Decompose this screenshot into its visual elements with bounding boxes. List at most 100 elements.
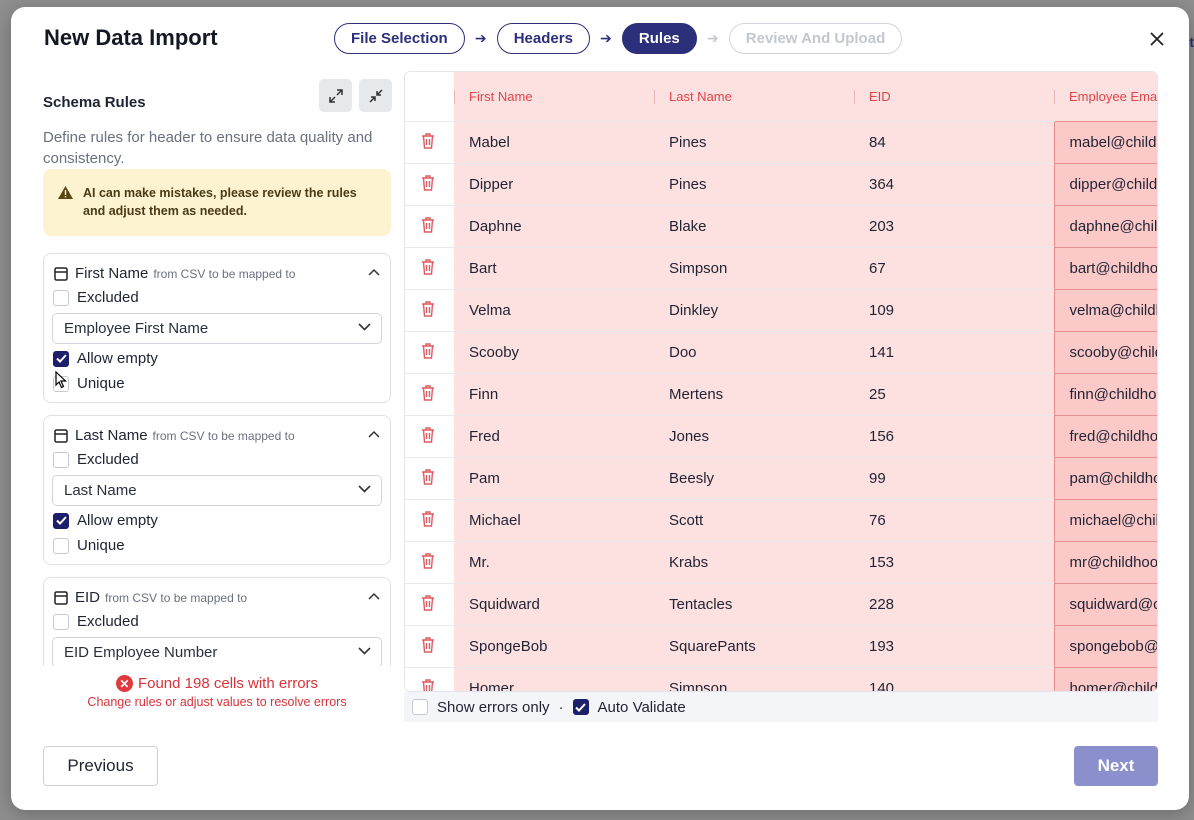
cell-last-name[interactable]: Dinkley — [654, 288, 854, 331]
auto-validate-checkbox[interactable] — [572, 699, 589, 715]
cell-employee-email[interactable]: daphne@chil — [1053, 204, 1157, 248]
cell-last-name[interactable]: Beesly — [654, 456, 854, 499]
collapse-icon[interactable] — [359, 79, 392, 112]
cell-eid[interactable]: 25 — [854, 372, 1054, 415]
trash-icon[interactable] — [420, 636, 436, 653]
trash-icon[interactable] — [420, 594, 436, 611]
column-header-last-name[interactable]: Last Name — [654, 72, 854, 121]
cell-last-name[interactable]: Scott — [654, 498, 854, 541]
trash-icon[interactable] — [420, 468, 436, 485]
excluded-checkbox[interactable] — [53, 613, 69, 630]
allow-empty-checkbox-row[interactable]: Allow empty — [53, 350, 158, 367]
chevron-up-icon[interactable] — [368, 268, 380, 276]
cell-employee-email[interactable]: pam@childho — [1053, 456, 1157, 500]
cell-last-name[interactable]: Blake — [654, 204, 854, 247]
trash-icon[interactable] — [420, 678, 436, 692]
cell-first-name[interactable]: Mabel — [454, 120, 654, 163]
trash-icon[interactable] — [420, 174, 436, 191]
cell-employee-email[interactable]: michael@chil — [1053, 498, 1157, 542]
cell-eid[interactable]: 99 — [854, 456, 1054, 499]
cell-eid[interactable]: 193 — [854, 624, 1054, 667]
trash-icon[interactable] — [420, 258, 436, 275]
cell-last-name[interactable]: Pines — [654, 120, 854, 163]
cell-employee-email[interactable]: squidward@c — [1053, 582, 1157, 626]
column-header-eid[interactable]: EID — [854, 72, 1054, 121]
cell-first-name[interactable]: Daphne — [454, 204, 654, 247]
cell-employee-email[interactable]: finn@childhoo — [1053, 372, 1157, 416]
cell-employee-email[interactable]: bart@childho — [1053, 246, 1157, 290]
cell-last-name[interactable]: Mertens — [654, 372, 854, 415]
target-field-select[interactable]: Last Name — [52, 475, 382, 506]
cell-first-name[interactable]: Michael — [454, 498, 654, 541]
target-field-select[interactable]: Employee First Name — [52, 313, 382, 344]
cell-first-name[interactable]: Dipper — [454, 162, 654, 205]
cell-eid[interactable]: 203 — [854, 204, 1054, 247]
excluded-checkbox-row[interactable]: Excluded — [53, 451, 139, 468]
cell-last-name[interactable]: Pines — [654, 162, 854, 205]
cell-first-name[interactable]: Mr. — [454, 540, 654, 583]
show-errors-only-checkbox[interactable] — [412, 699, 428, 715]
allow-empty-checkbox[interactable] — [53, 350, 69, 367]
previous-button[interactable]: Previous — [43, 746, 158, 786]
cell-first-name[interactable]: Fred — [454, 414, 654, 457]
cell-eid[interactable]: 364 — [854, 162, 1054, 205]
trash-icon[interactable] — [420, 300, 436, 317]
cell-last-name[interactable]: Simpson — [654, 246, 854, 289]
cell-last-name[interactable]: Doo — [654, 330, 854, 373]
column-header-employee-email[interactable]: Employee Emai — [1054, 72, 1157, 121]
cell-eid[interactable]: 84 — [854, 120, 1054, 163]
step-headers[interactable]: Headers — [496, 23, 590, 54]
cell-last-name[interactable]: Tentacles — [654, 582, 854, 625]
cell-last-name[interactable]: Krabs — [654, 540, 854, 583]
chevron-up-icon[interactable] — [368, 592, 380, 600]
step-file-selection[interactable]: File Selection — [334, 23, 465, 54]
excluded-checkbox[interactable] — [53, 451, 69, 468]
cell-employee-email[interactable]: velma@childh — [1053, 288, 1157, 332]
cell-employee-email[interactable]: spongebob@ — [1053, 624, 1157, 668]
trash-icon[interactable] — [420, 384, 436, 401]
cell-first-name[interactable]: Homer — [454, 666, 654, 691]
cell-eid[interactable]: 76 — [854, 498, 1054, 541]
trash-icon[interactable] — [420, 426, 436, 443]
unique-checkbox[interactable] — [53, 537, 69, 554]
trash-icon[interactable] — [420, 342, 436, 359]
allow-empty-checkbox-row[interactable]: Allow empty — [53, 512, 158, 529]
cell-last-name[interactable]: Jones — [654, 414, 854, 457]
close-icon[interactable] — [1147, 29, 1167, 49]
cell-eid[interactable]: 140 — [854, 666, 1054, 691]
cell-first-name[interactable]: Scooby — [454, 330, 654, 373]
cell-eid[interactable]: 67 — [854, 246, 1054, 289]
cell-eid[interactable]: 109 — [854, 288, 1054, 331]
cell-last-name[interactable]: SquarePants — [654, 624, 854, 667]
cell-employee-email[interactable]: fred@childho — [1053, 414, 1157, 458]
trash-icon[interactable] — [420, 216, 436, 233]
cell-first-name[interactable]: Squidward — [454, 582, 654, 625]
cell-employee-email[interactable]: dipper@child — [1053, 162, 1157, 206]
next-button[interactable]: Next — [1074, 746, 1158, 786]
cell-first-name[interactable]: Bart — [454, 246, 654, 289]
excluded-checkbox[interactable] — [53, 289, 69, 306]
cell-eid[interactable]: 141 — [854, 330, 1054, 373]
trash-icon[interactable] — [420, 132, 436, 149]
cell-eid[interactable]: 153 — [854, 540, 1054, 583]
step-rules[interactable]: Rules — [621, 23, 697, 54]
unique-checkbox-row[interactable]: Unique — [53, 537, 125, 554]
target-field-select[interactable]: EID Employee Number — [52, 637, 382, 666]
expand-icon[interactable] — [319, 79, 352, 112]
excluded-checkbox-row[interactable]: Excluded — [53, 613, 139, 630]
cell-first-name[interactable]: Finn — [454, 372, 654, 415]
cell-employee-email[interactable]: mabel@childl — [1053, 120, 1157, 164]
allow-empty-checkbox[interactable] — [53, 512, 69, 529]
chevron-up-icon[interactable] — [368, 430, 380, 438]
cell-first-name[interactable]: SpongeBob — [454, 624, 654, 667]
cell-employee-email[interactable]: homer@childl — [1053, 666, 1157, 691]
cell-eid[interactable]: 228 — [854, 582, 1054, 625]
cell-employee-email[interactable]: scooby@child — [1053, 330, 1157, 374]
cell-eid[interactable]: 156 — [854, 414, 1054, 457]
trash-icon[interactable] — [420, 510, 436, 527]
trash-icon[interactable] — [420, 552, 436, 569]
cell-employee-email[interactable]: mr@childhoo — [1053, 540, 1157, 584]
excluded-checkbox-row[interactable]: Excluded — [53, 289, 139, 306]
cell-first-name[interactable]: Velma — [454, 288, 654, 331]
column-header-first-name[interactable]: First Name — [454, 72, 654, 121]
